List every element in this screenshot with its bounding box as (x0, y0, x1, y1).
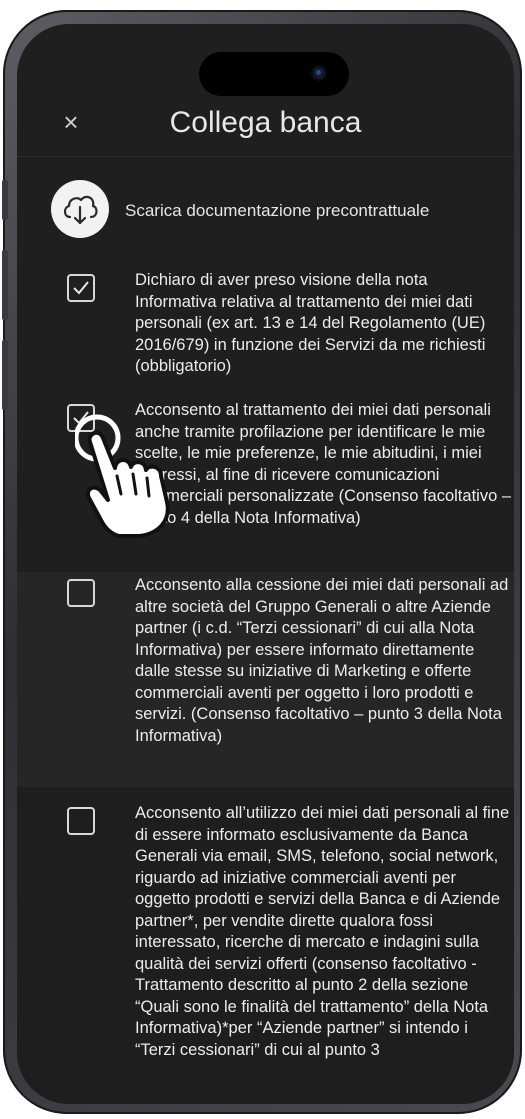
speaker-grille (249, 38, 327, 44)
header-divider (17, 156, 514, 157)
phone-frame: × Collega banca Scarica documentazione p… (2, 10, 522, 1114)
tap-hand-icon (75, 414, 170, 538)
mute-switch (2, 180, 8, 220)
consent-text: Acconsento all’utilizzo dei miei dati pe… (135, 804, 510, 1059)
volume-up-button (2, 250, 8, 320)
page-title: Collega banca (169, 106, 362, 139)
consent-item-marketing: Acconsento all’utilizzo dei miei dati pe… (17, 787, 514, 1104)
download-documentation-link[interactable]: Scarica documentazione precontrattuale (17, 174, 514, 244)
download-label: Scarica documentazione precontrattuale (125, 201, 430, 220)
volume-down-button (2, 340, 8, 410)
consent-checkbox-data-transfer[interactable] (67, 579, 95, 607)
dynamic-island (199, 52, 349, 96)
consent-checkbox-marketing[interactable] (67, 807, 95, 835)
camera-icon (313, 67, 325, 79)
cloud-download-icon (51, 180, 109, 238)
consent-text: Dichiaro di aver preso visione della not… (135, 271, 486, 375)
consent-item-data-transfer: Acconsento alla cessione dei miei dati p… (17, 572, 514, 787)
consent-text: Acconsento alla cessione dei miei dati p… (135, 576, 509, 745)
consent-text: Acconsento al trattamento dei miei dati … (135, 401, 512, 527)
consent-checkbox-privacy[interactable] (67, 274, 95, 302)
header: × Collega banca (17, 94, 514, 156)
app-screen: × Collega banca Scarica documentazione p… (17, 24, 514, 1104)
